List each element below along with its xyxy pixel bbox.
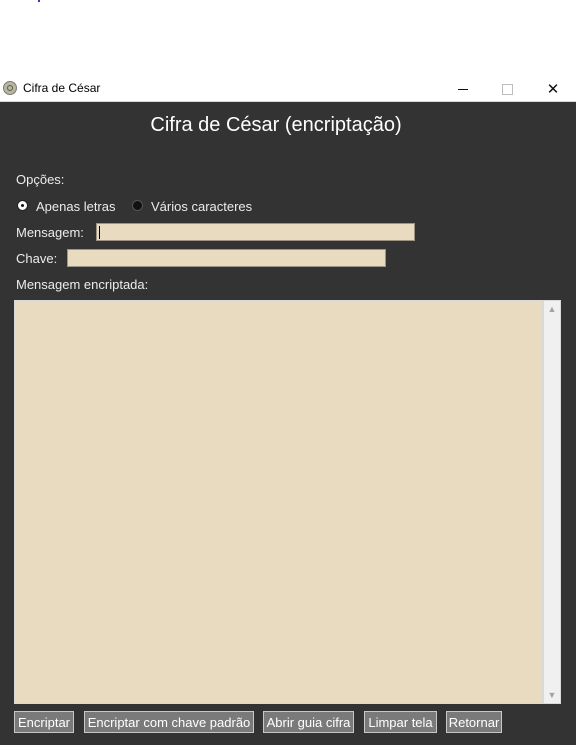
minimize-icon xyxy=(458,88,468,90)
encrypted-message-textarea[interactable] xyxy=(14,300,543,704)
stray-dot xyxy=(38,0,40,2)
app-window: Cifra de César (encriptação) Opções: Ape… xyxy=(0,102,576,745)
return-button[interactable]: Retornar xyxy=(446,711,502,733)
output-label: Mensagem encriptada: xyxy=(16,277,149,292)
options-label: Opções: xyxy=(16,172,65,187)
message-input[interactable] xyxy=(96,223,415,241)
app-icon xyxy=(3,81,17,95)
radio-apenas-letras-label[interactable]: Apenas letras xyxy=(36,199,116,214)
page-title: Cifra de César (encriptação) xyxy=(150,114,402,136)
key-input[interactable] xyxy=(67,249,386,267)
window-title: Cifra de César xyxy=(23,81,101,95)
encrypt-default-key-button[interactable]: Encriptar com chave padrão xyxy=(84,711,254,733)
close-icon: ✕ xyxy=(546,81,560,98)
key-label: Chave: xyxy=(16,251,58,266)
window-titlebar[interactable]: Cifra de César ✕ xyxy=(0,77,576,102)
scroll-down-icon[interactable]: ▼ xyxy=(544,687,560,703)
minimize-button[interactable] xyxy=(440,77,486,101)
maximize-button[interactable] xyxy=(484,77,530,101)
open-cipher-guide-button[interactable]: Abrir guia cifra xyxy=(263,711,354,733)
radio-varios-caracteres-label[interactable]: Vários caracteres xyxy=(151,199,252,214)
radio-varios-caracteres[interactable] xyxy=(132,200,143,211)
text-caret xyxy=(99,226,100,239)
maximize-icon xyxy=(501,83,513,95)
radio-apenas-letras[interactable] xyxy=(17,200,28,211)
clear-screen-button[interactable]: Limpar tela xyxy=(364,711,437,733)
close-button[interactable]: ✕ xyxy=(530,77,576,101)
message-label: Mensagem: xyxy=(16,225,84,240)
encrypt-button[interactable]: Encriptar xyxy=(14,711,74,733)
scroll-up-icon[interactable]: ▲ xyxy=(544,301,560,317)
vertical-scrollbar[interactable]: ▲ ▼ xyxy=(543,300,561,704)
